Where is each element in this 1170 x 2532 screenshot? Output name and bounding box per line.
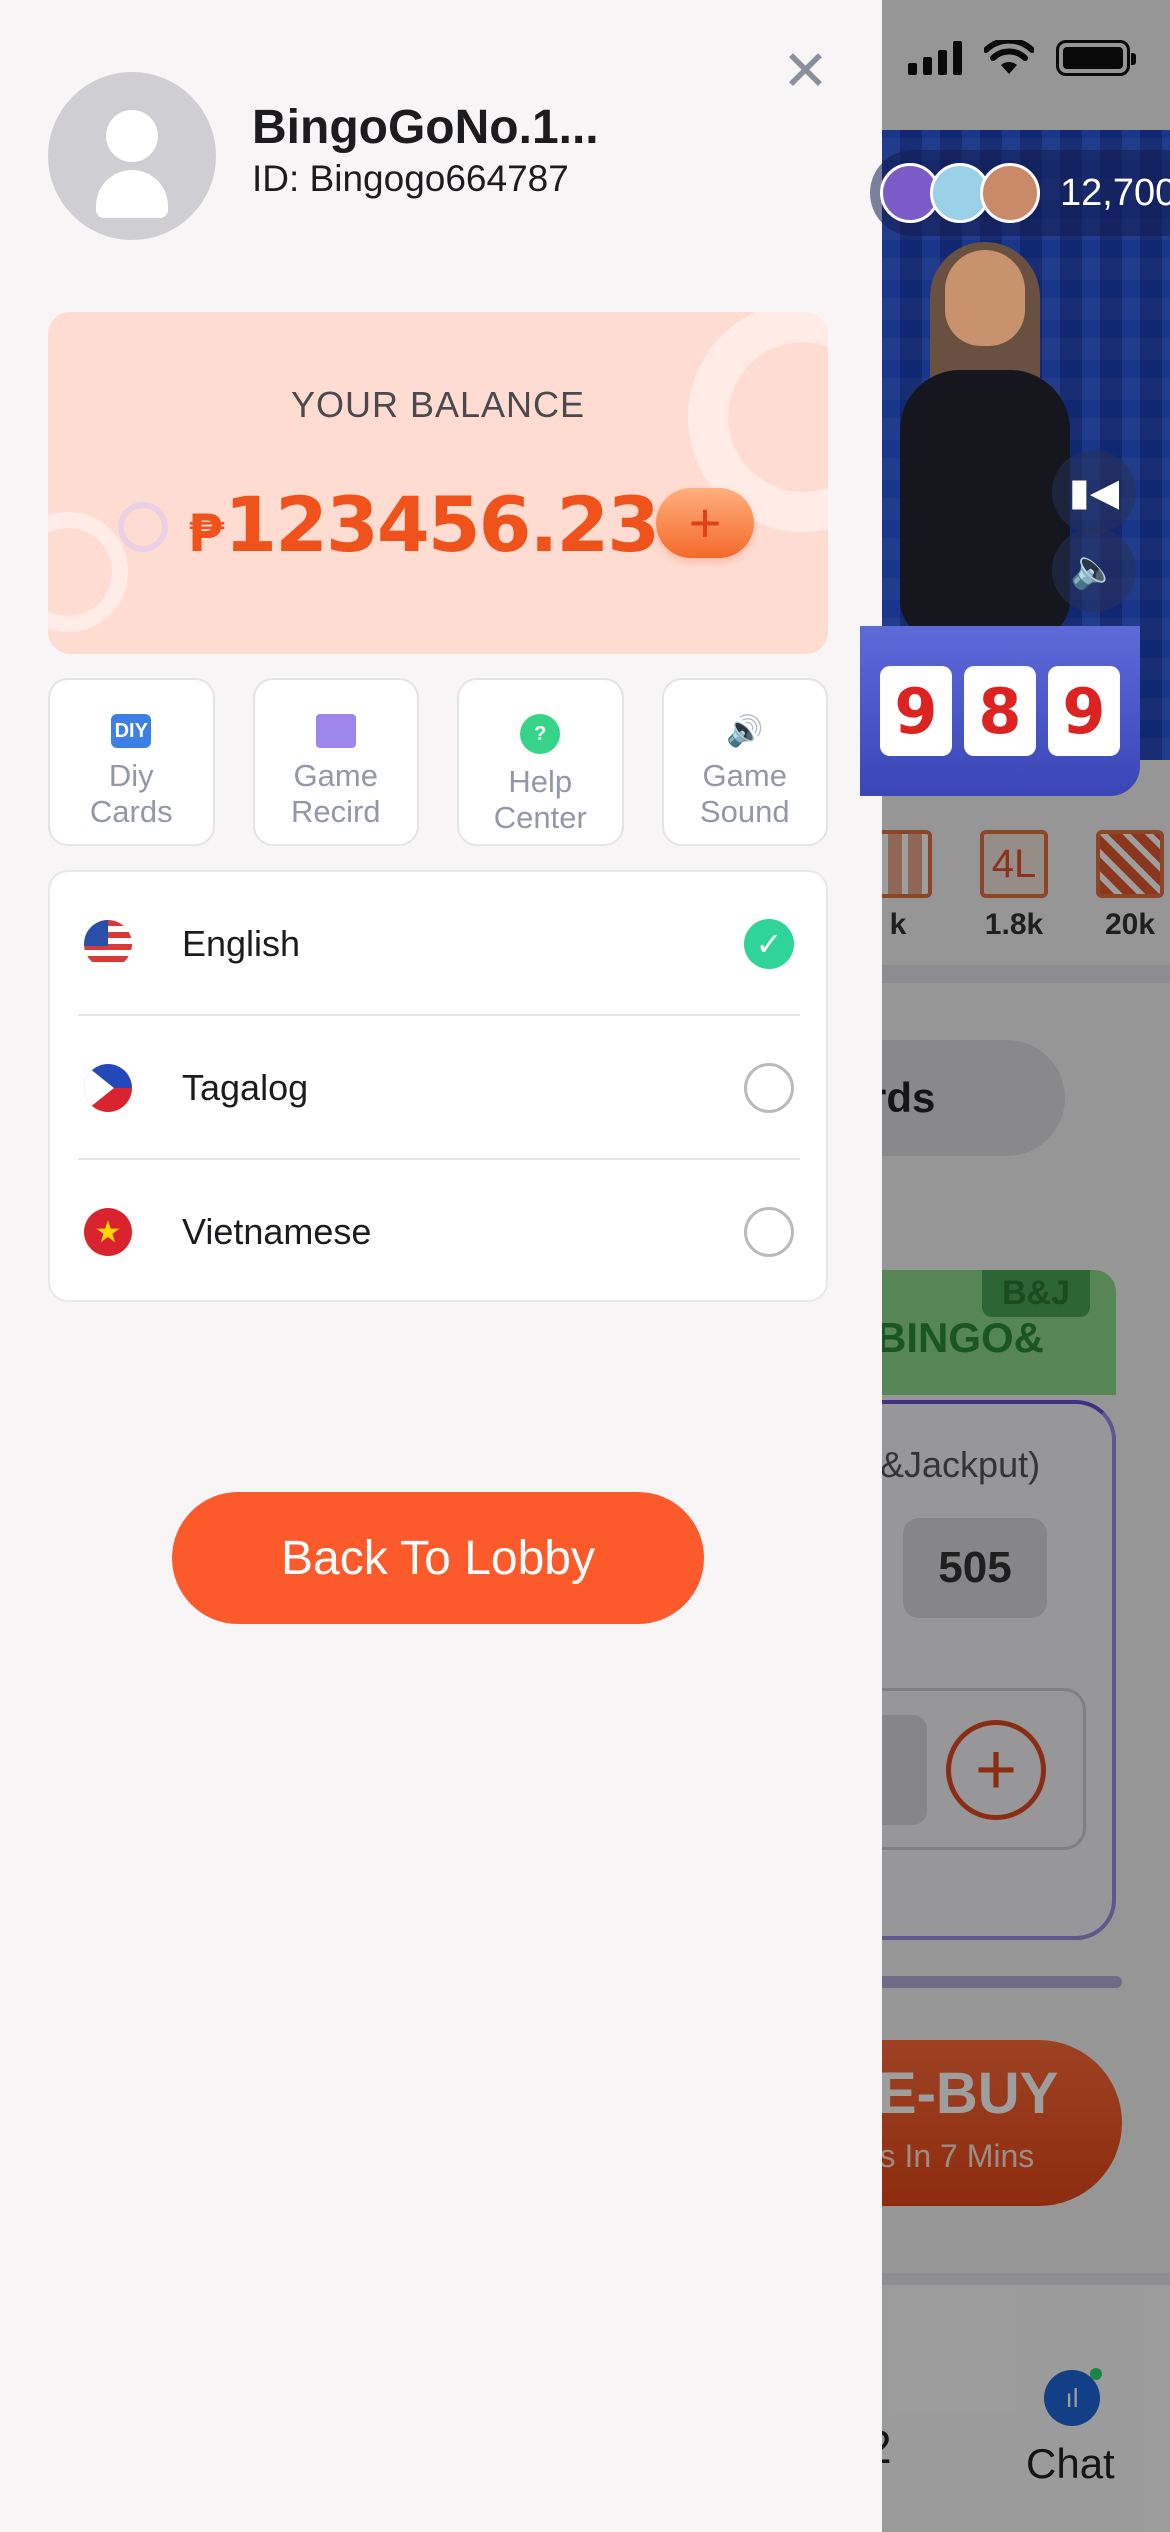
quick-action-label: Help Center <box>493 764 587 835</box>
game-sound-button[interactable]: 🔊 Game Sound <box>661 678 828 846</box>
us-flag-icon <box>84 920 132 968</box>
currency-symbol: ₱ <box>188 504 224 564</box>
back-to-lobby-button[interactable]: Back To Lobby <box>172 1492 704 1624</box>
language-name: Vietnamese <box>182 1211 372 1252</box>
language-option-tagalog[interactable]: Tagalog <box>50 1016 826 1160</box>
radio-checked-icon[interactable]: ✓ <box>744 919 794 969</box>
side-drawer: ✕ BingoGoNo.1... ID: Bingogo664787 YOUR … <box>0 0 882 2532</box>
quick-action-label: Game Recird <box>290 758 381 829</box>
speaker-icon[interactable]: 🔈 <box>1052 528 1136 612</box>
language-option-vietnamese[interactable]: ★ Vietnamese <box>50 1160 826 1300</box>
viewer-count: 12,700 <box>1060 171 1170 214</box>
camera-icon[interactable]: ▮◀ <box>1052 450 1136 534</box>
user-id: ID: Bingogo664787 <box>252 158 569 199</box>
quick-actions: DIY Diy Cards Game Recird ? Help Center … <box>48 678 828 846</box>
language-name: English <box>182 923 301 964</box>
language-name: Tagalog <box>182 1067 309 1108</box>
help-icon: ? <box>520 714 561 754</box>
language-list: English ✓ Tagalog ★ Vietnamese <box>48 870 828 1302</box>
game-record-icon <box>315 714 356 748</box>
avatar[interactable] <box>48 72 216 240</box>
radio-unchecked-icon[interactable] <box>744 1063 794 1113</box>
sound-icon: 🔊 <box>726 714 764 748</box>
number-counter: 9 8 9 <box>860 626 1140 796</box>
close-icon[interactable]: ✕ <box>782 44 829 100</box>
diy-icon: DIY <box>111 714 152 748</box>
counter-digit: 8 <box>964 666 1036 756</box>
game-record-button[interactable]: Game Recird <box>252 678 419 846</box>
diy-cards-button[interactable]: DIY Diy Cards <box>48 678 215 846</box>
avatar <box>980 163 1040 223</box>
decoration <box>48 512 128 632</box>
balance-value: 123456.23 <box>224 480 660 569</box>
ph-flag-icon <box>84 1064 132 1112</box>
viewer-badge: 12,700 <box>870 150 1170 236</box>
decoration <box>118 502 168 552</box>
quick-action-label: Diy Cards <box>89 758 173 829</box>
balance-label: YOUR BALANCE <box>290 384 586 425</box>
vn-flag-icon: ★ <box>84 1208 132 1256</box>
counter-digit: 9 <box>1048 666 1120 756</box>
balance-card: YOUR BALANCE ₱123456.23 + <box>48 312 828 654</box>
balance-amount: ₱123456.23 <box>188 480 660 569</box>
quick-action-label: Game Sound <box>699 758 790 829</box>
add-balance-button[interactable]: + <box>656 488 754 558</box>
counter-digit: 9 <box>880 666 952 756</box>
user-name: BingoGoNo.1... <box>252 101 599 154</box>
language-option-english[interactable]: English ✓ <box>50 872 826 1016</box>
radio-unchecked-icon[interactable] <box>744 1207 794 1257</box>
help-center-button[interactable]: ? Help Center <box>457 678 624 846</box>
